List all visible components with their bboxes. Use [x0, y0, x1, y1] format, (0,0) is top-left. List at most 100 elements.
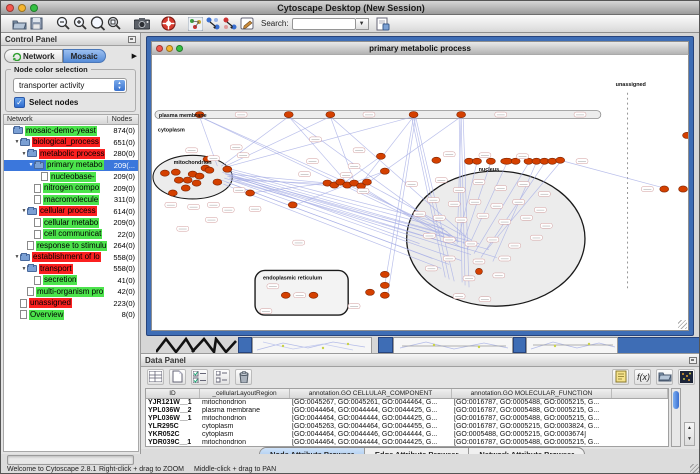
table-row[interactable]: YKR052Ccytoplasm[GO:0044464, GO:0044446,…: [146, 431, 668, 439]
selected-node[interactable]: [181, 185, 190, 191]
selected-node[interactable]: [465, 158, 474, 164]
selected-node[interactable]: [326, 111, 335, 117]
zoom-selected-icon[interactable]: [106, 16, 123, 32]
column-header[interactable]: _cellularLayoutRegion: [200, 389, 290, 398]
column-header[interactable]: ID: [146, 389, 200, 398]
background-window[interactable]: [513, 337, 526, 353]
selected-node[interactable]: [223, 166, 232, 172]
selected-node[interactable]: [556, 157, 565, 163]
tree-row[interactable]: ▼transport558(0): [4, 263, 138, 275]
selected-node[interactable]: [473, 158, 482, 164]
search-input[interactable]: [292, 18, 356, 30]
selected-node[interactable]: [524, 158, 533, 164]
search-dropdown-icon[interactable]: ▼: [356, 18, 369, 30]
selected-node[interactable]: [548, 158, 557, 164]
selected-node[interactable]: [486, 158, 495, 164]
column-header[interactable]: annotation.GO CELLULAR_COMPONENT: [290, 389, 452, 398]
tree-row[interactable]: cell communicat22(0): [4, 229, 138, 241]
merge-network-icon[interactable]: [221, 16, 238, 32]
tree-column-header[interactable]: Network Nodes: [3, 114, 139, 125]
table-scroll-arrows[interactable]: ▲▼: [684, 422, 695, 446]
selected-node[interactable]: [409, 111, 418, 117]
tree-row[interactable]: response to stimulu264(0): [4, 240, 138, 252]
selected-node[interactable]: [363, 179, 372, 185]
table-row[interactable]: YJR121W__1mitochondrion[GO:0045267, GO:0…: [146, 399, 668, 407]
float-panel-icon[interactable]: [128, 36, 136, 43]
selected-node[interactable]: [380, 282, 389, 288]
tree-row[interactable]: Overview8(0): [4, 309, 138, 321]
report-icon[interactable]: [612, 369, 629, 385]
background-window[interactable]: [238, 337, 252, 353]
background-network-graphic[interactable]: [156, 337, 238, 353]
zoom-fit-icon[interactable]: [89, 16, 106, 32]
selected-node[interactable]: [532, 158, 541, 164]
function-builder-icon[interactable]: f(x): [634, 369, 651, 385]
tree-row[interactable]: ▼primary metabo209(...: [4, 160, 138, 172]
import-attributes-icon[interactable]: [375, 16, 392, 32]
tree-row[interactable]: ▼cellular process614(0): [4, 206, 138, 218]
table-row[interactable]: YDR039C__1mitochondrion[GO:0044464, GO:0…: [146, 439, 668, 447]
network-window-titlebar[interactable]: primary metabolic process: [151, 41, 689, 54]
attribute-list-icon[interactable]: [213, 369, 230, 385]
background-window[interactable]: [252, 337, 372, 353]
selected-node[interactable]: [457, 111, 466, 117]
tab-network[interactable]: Network: [4, 49, 63, 63]
selected-node[interactable]: [281, 292, 290, 298]
selected-node[interactable]: [679, 186, 688, 192]
resize-grip-icon[interactable]: [678, 320, 687, 329]
selected-node[interactable]: [683, 132, 689, 138]
help-icon[interactable]: [160, 16, 177, 32]
selected-node[interactable]: [380, 271, 389, 277]
tree-row[interactable]: ▼metabolic process280(0): [4, 148, 138, 160]
background-window[interactable]: [378, 337, 393, 353]
zoom-in-icon[interactable]: [72, 16, 89, 32]
scrollbar-thumb[interactable]: [673, 391, 679, 409]
selected-node[interactable]: [213, 179, 222, 185]
selected-node[interactable]: [168, 190, 177, 196]
table-row[interactable]: YLR295Ccytoplasm[GO:0045263, GO:0044464,…: [146, 423, 668, 431]
create-attribute-icon[interactable]: [169, 369, 186, 385]
selected-node[interactable]: [183, 177, 192, 183]
attribute-table-header[interactable]: ID_cellularLayoutRegionannotation.GO CEL…: [146, 389, 668, 399]
save-session-icon[interactable]: [28, 16, 45, 32]
selected-node[interactable]: [195, 173, 204, 179]
network-canvas[interactable]: plasma membranecytoplasmmitochondrionnuc…: [151, 54, 689, 331]
table-row[interactable]: YPL036W__2plasma membrane[GO:0044464, GO…: [146, 407, 668, 415]
selected-node[interactable]: [160, 170, 169, 176]
tree-row[interactable]: ▼biological_process651(0): [4, 137, 138, 149]
selected-node[interactable]: [171, 169, 180, 175]
selected-node[interactable]: [380, 168, 389, 174]
background-window[interactable]: [526, 337, 618, 353]
tab-mosaic[interactable]: Mosaic: [63, 49, 106, 63]
import-attributes-file-icon[interactable]: [656, 369, 673, 385]
delete-attribute-icon[interactable]: [235, 369, 252, 385]
tab-overflow-icon[interactable]: ▶: [132, 52, 137, 60]
window-resize-grip-icon[interactable]: [690, 464, 700, 474]
selected-node[interactable]: [288, 202, 297, 208]
tree-row[interactable]: unassigned223(0): [4, 298, 138, 310]
selected-node[interactable]: [511, 158, 520, 164]
attribute-batch-editor-icon[interactable]: [191, 369, 208, 385]
snapshot-icon[interactable]: [133, 16, 150, 32]
selected-node[interactable]: [432, 157, 441, 163]
column-filler[interactable]: [612, 389, 668, 398]
selected-node[interactable]: [174, 177, 183, 183]
tree-row[interactable]: nucleobase-209(0): [4, 171, 138, 183]
tree-row[interactable]: cellular metabo209(0): [4, 217, 138, 229]
float-panel-icon[interactable]: [689, 357, 697, 364]
tree-row[interactable]: mosaic-demo-yeast874(0): [4, 125, 138, 137]
selected-node[interactable]: [380, 292, 389, 298]
background-window[interactable]: [618, 337, 700, 353]
tree-row[interactable]: multi-organism pro42(0): [4, 286, 138, 298]
selected-node[interactable]: [540, 158, 549, 164]
selected-node[interactable]: [309, 292, 318, 298]
selected-node[interactable]: [376, 153, 385, 159]
selected-node[interactable]: [246, 190, 255, 196]
selected-node[interactable]: [366, 289, 375, 295]
color-attribute-select[interactable]: transporter activity ▲▼: [13, 78, 127, 93]
table-row[interactable]: YPL036W__1mitochondrion[GO:0044464, GO:0…: [146, 415, 668, 423]
background-window[interactable]: [393, 337, 513, 353]
matrix-view-icon[interactable]: [678, 369, 695, 385]
selected-node[interactable]: [205, 167, 214, 173]
expand-network-icon[interactable]: [204, 16, 221, 32]
